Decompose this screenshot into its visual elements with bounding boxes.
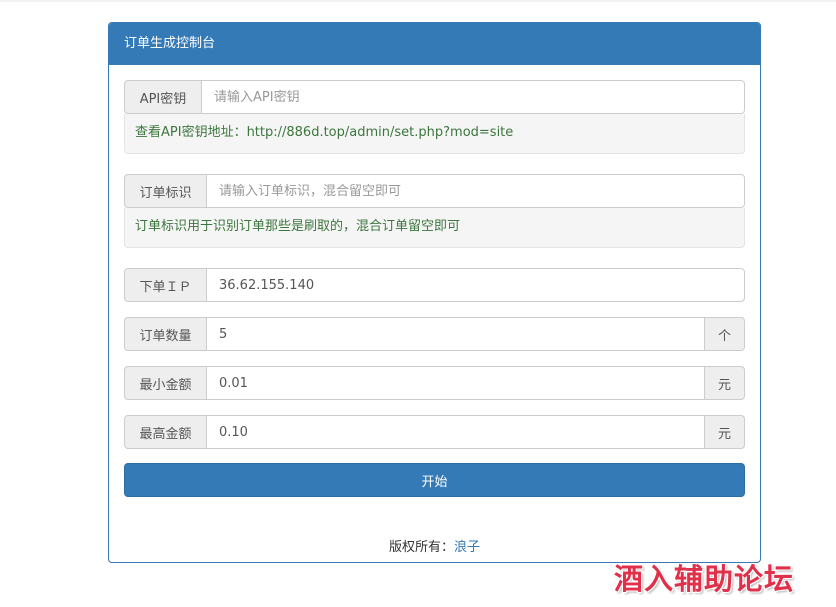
- api-key-input[interactable]: [201, 80, 745, 114]
- api-key-group: API密钥: [124, 80, 745, 114]
- max-amount-group: 最高金额 元: [124, 415, 745, 449]
- order-ip-label: 下单ＩＰ: [124, 268, 206, 302]
- order-tag-group: 订单标识: [124, 174, 745, 208]
- start-button[interactable]: 开始: [124, 463, 745, 497]
- forum-watermark: 酒入辅助论坛: [614, 562, 795, 596]
- order-ip-group: 下单ＩＰ: [124, 268, 745, 302]
- order-tag-help: 订单标识用于识别订单那些是刷取的，混合订单留空即可: [124, 208, 745, 248]
- author-link[interactable]: 浪子: [454, 540, 480, 555]
- panel-title: 订单生成控制台: [109, 23, 760, 65]
- top-border: [0, 0, 836, 2]
- order-count-input[interactable]: [206, 317, 705, 351]
- order-count-unit: 个: [705, 317, 745, 351]
- order-ip-input[interactable]: [206, 268, 745, 302]
- copyright-footer: 版权所有：浪子: [109, 536, 760, 555]
- min-amount-unit: 元: [705, 366, 745, 400]
- order-console-panel: 订单生成控制台 API密钥 查看API密钥地址：http://886d.top/…: [108, 22, 761, 563]
- max-amount-unit: 元: [705, 415, 745, 449]
- api-key-label: API密钥: [124, 80, 201, 114]
- min-amount-group: 最小金额 元: [124, 366, 745, 400]
- api-key-help: 查看API密钥地址：http://886d.top/admin/set.php?…: [124, 114, 745, 154]
- copyright-prefix: 版权所有：: [388, 540, 454, 555]
- max-amount-input[interactable]: [206, 415, 705, 449]
- max-amount-label: 最高金额: [124, 415, 206, 449]
- order-tag-label: 订单标识: [124, 174, 206, 208]
- panel-body: API密钥 查看API密钥地址：http://886d.top/admin/se…: [109, 65, 760, 562]
- order-count-group: 订单数量 个: [124, 317, 745, 351]
- min-amount-input[interactable]: [206, 366, 705, 400]
- order-tag-input[interactable]: [206, 174, 745, 208]
- order-count-label: 订单数量: [124, 317, 206, 351]
- min-amount-label: 最小金额: [124, 366, 206, 400]
